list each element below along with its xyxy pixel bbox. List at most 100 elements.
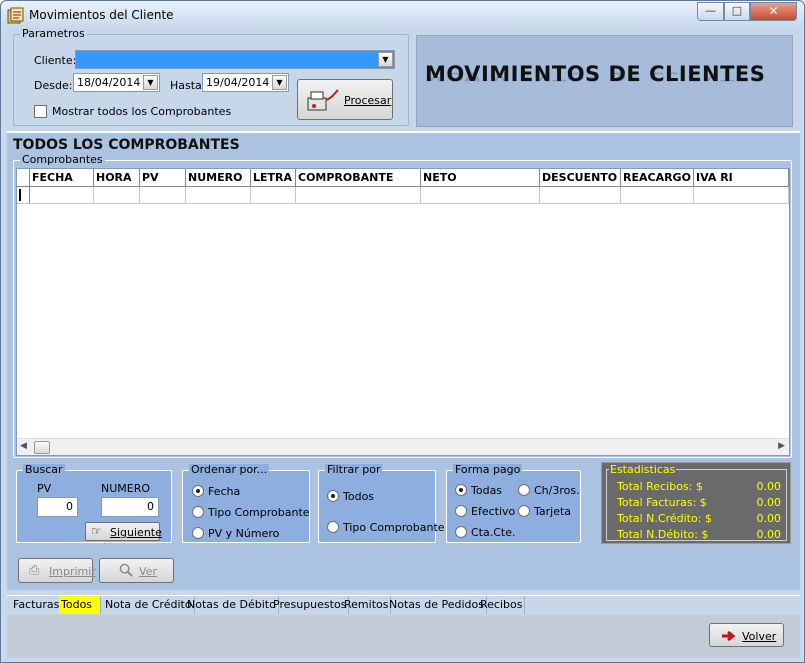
ordenar-pv-label: PV y Número — [208, 527, 280, 540]
column-header-numero[interactable]: NUMERO — [186, 169, 251, 187]
cliente-select[interactable]: ▼ — [75, 50, 395, 69]
banner: MOVIMIENTOS DE CLIENTES MOVIMIENTOS DE C… — [416, 35, 793, 127]
window: Movimientos del Cliente — □ ✕ Parametros… — [0, 0, 805, 663]
comprobantes-group: Comprobantes FECHA HORA PV NUMERO LETRA … — [13, 154, 792, 458]
column-header-pv[interactable]: PV — [140, 169, 186, 187]
pv-input[interactable]: 0 — [37, 497, 78, 517]
table-cell[interactable] — [621, 187, 694, 204]
table-cell[interactable] — [296, 187, 421, 204]
tab-presupuestos[interactable]: Presupuestos — [271, 596, 350, 614]
table-cell[interactable] — [540, 187, 621, 204]
forma-pago-efectivo-radio[interactable] — [455, 505, 467, 517]
forma-pago-ctacte-label: Cta.Cte. — [471, 526, 516, 539]
footer — [7, 615, 800, 658]
table-cell[interactable] — [94, 187, 140, 204]
scroll-right-icon[interactable]: ▶ — [778, 441, 785, 451]
mostrar-todos-checkbox[interactable] — [34, 105, 47, 118]
total-facturas-value: 0.00 — [756, 496, 782, 509]
magnifier-icon — [119, 563, 133, 577]
tab-recibos[interactable]: Recibos — [478, 596, 526, 614]
window-title: Movimientos del Cliente — [29, 8, 174, 22]
tab-notas-debito[interactable]: Notas de Débito — [185, 596, 279, 614]
procesar-button[interactable]: Procesar — [297, 79, 393, 120]
column-header-descuento[interactable]: DESCUENTO — [540, 169, 621, 187]
maximize-button[interactable]: □ — [724, 2, 750, 21]
app-icon — [7, 7, 24, 24]
table-cell[interactable] — [421, 187, 540, 204]
comprobantes-legend: Comprobantes — [20, 153, 105, 166]
chevron-down-icon[interactable]: ▼ — [378, 52, 393, 67]
tab-nota-credito[interactable]: Nota de Crédito — [103, 596, 195, 614]
column-header-letra[interactable]: LETRA — [251, 169, 296, 187]
desde-date-picker[interactable]: 18/04/2014 ▼ — [73, 73, 160, 92]
forma-pago-efectivo-label: Efectivo — [471, 505, 516, 518]
tab-notas-pedidos[interactable]: Notas de Pedidos — [387, 596, 487, 614]
forma-pago-todas-radio[interactable] — [455, 484, 467, 496]
total-recibos-label: Total Recibos: $ — [617, 480, 703, 493]
table-cell[interactable] — [251, 187, 296, 204]
filtrar-legend: Filtrar por — [325, 463, 383, 476]
ordenar-fecha-label: Fecha — [208, 485, 241, 498]
tab-todos[interactable]: Todos — [59, 596, 101, 614]
ordenar-tipo-label: Tipo Comprobante — [208, 506, 310, 519]
table-cell[interactable] — [30, 187, 94, 204]
title-bar: Movimientos del Cliente — □ ✕ — [1, 1, 804, 29]
table-cell[interactable] — [186, 187, 251, 204]
imprimir-label: Imprimir — [49, 565, 96, 578]
chevron-down-icon[interactable]: ▼ — [143, 75, 158, 90]
chevron-down-icon[interactable]: ▼ — [272, 75, 287, 90]
mostrar-todos-label: Mostrar todos los Comprobantes — [52, 105, 232, 118]
column-header-iva-ri[interactable]: IVA RI — [694, 169, 789, 187]
comprobantes-grid[interactable]: FECHA HORA PV NUMERO LETRA COMPROBANTE N… — [16, 168, 790, 456]
horizontal-scrollbar[interactable]: ◀ ▶ — [17, 438, 789, 455]
forma-pago-ctacte-radio[interactable] — [455, 526, 467, 538]
cliente-label: Cliente: — [34, 54, 77, 67]
total-ncredito-value: 0.00 — [756, 512, 782, 525]
column-header-fecha[interactable]: FECHA — [30, 169, 94, 187]
total-facturas-label: Total Facturas: $ — [617, 496, 707, 509]
desde-label: Desde: — [34, 79, 73, 92]
filtrar-tipo-label: Tipo Comprobante — [343, 521, 445, 534]
ordenar-legend: Ordenar por... — [189, 463, 270, 476]
column-header-comprobante[interactable]: COMPROBANTE — [296, 169, 421, 187]
numero-label: NUMERO — [101, 482, 151, 495]
filtrar-todos-label: Todos — [343, 490, 375, 503]
volver-button[interactable]: Volver — [709, 623, 784, 647]
siguiente-button[interactable]: ☞ Siguiente — [85, 522, 162, 541]
hasta-label: Hasta: — [170, 79, 206, 92]
parametros-legend: Parametros — [20, 27, 87, 40]
hasta-date-picker[interactable]: 19/04/2014 ▼ — [202, 73, 289, 92]
siguiente-label: Siguiente — [110, 526, 162, 539]
scroll-left-icon[interactable]: ◀ — [20, 441, 27, 451]
tab-remitos[interactable]: Remitos — [342, 596, 392, 614]
banner-title-reflection: MOVIMIENTOS DE CLIENTES — [425, 69, 766, 84]
main-panel: TODOS LOS COMPROBANTES Comprobantes FECH… — [7, 131, 800, 590]
ordenar-tipo-radio[interactable] — [192, 506, 204, 518]
imprimir-button[interactable]: ⎙ Imprimir — [18, 558, 96, 583]
column-header-neto[interactable]: NETO — [421, 169, 540, 187]
parametros-group: Parametros Cliente: ▼ Desde: 18/04/2014 … — [13, 28, 409, 126]
arrow-right-icon — [722, 630, 736, 642]
table-cell[interactable] — [140, 187, 186, 204]
ver-button[interactable]: Ver — [99, 558, 174, 583]
tab-facturas[interactable]: Facturas — [11, 596, 63, 614]
scrollbar-thumb[interactable] — [34, 441, 50, 454]
ordenar-group: Ordenar por... Fecha Tipo Comprobante PV… — [182, 464, 310, 543]
pointing-hand-icon: ☞ — [91, 524, 102, 538]
ordenar-pv-radio[interactable] — [192, 527, 204, 539]
filtrar-todos-radio[interactable] — [327, 490, 339, 502]
ordenar-fecha-radio[interactable] — [192, 485, 204, 497]
numero-input[interactable]: 0 — [101, 497, 159, 517]
forma-pago-group: Forma pago Todas Ch/3ros. Efectivo Tarje… — [446, 464, 581, 543]
row-selector[interactable] — [17, 187, 30, 204]
table-cell[interactable] — [694, 187, 789, 204]
close-button[interactable]: ✕ — [750, 2, 797, 21]
column-header-hora[interactable]: HORA — [94, 169, 140, 187]
filtrar-tipo-radio[interactable] — [327, 521, 339, 533]
forma-pago-tarjeta-radio[interactable] — [518, 505, 530, 517]
forma-pago-cheque-radio[interactable] — [518, 484, 530, 496]
minimize-button[interactable]: — — [697, 2, 724, 21]
desde-value: 18/04/2014 — [77, 76, 141, 89]
filtrar-group: Filtrar por Todos Tipo Comprobante — [318, 464, 445, 543]
column-header-reacargo[interactable]: REACARGO — [621, 169, 694, 187]
